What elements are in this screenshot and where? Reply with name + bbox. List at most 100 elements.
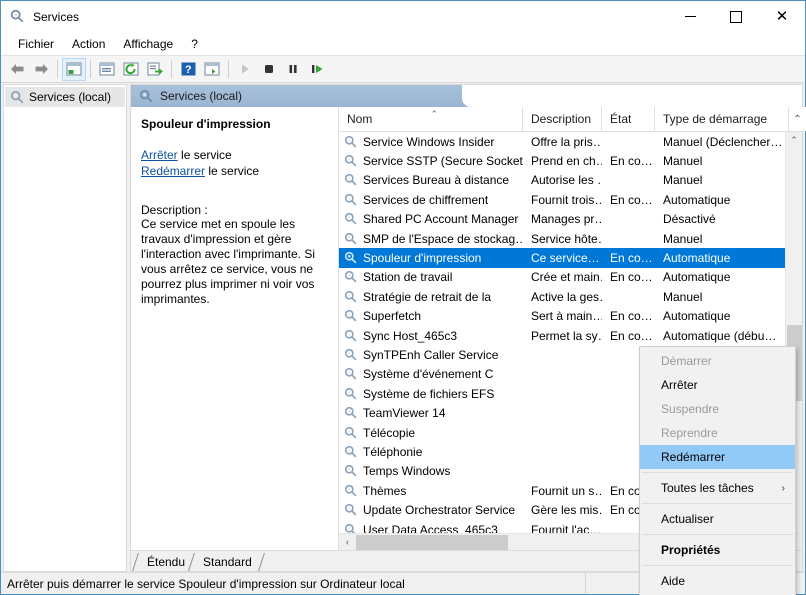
service-name-text: Service Windows Insider [363, 134, 495, 149]
forward-icon[interactable] [29, 58, 53, 81]
tab-standard[interactable]: Standard [191, 553, 262, 571]
service-details-panel: Spouleur d'impression Arrêter le service… [131, 107, 338, 550]
cell-description: Service hôte… [531, 231, 602, 246]
table-row[interactable]: Services de chiffrement Fournit trois… En … [339, 190, 785, 209]
menu-aide[interactable]: ? [182, 34, 207, 54]
minimize-button[interactable] [667, 1, 713, 32]
service-name-text: SynTPEnh Caller Service [363, 347, 499, 362]
export-list-icon[interactable] [143, 58, 167, 81]
help-icon[interactable]: ? [176, 58, 200, 81]
restart-service-line: Redémarrer le service [141, 163, 329, 179]
table-row[interactable]: Services Bureau à distance Autorise les …… [339, 171, 785, 190]
ctx-aide[interactable]: Aide [640, 569, 795, 593]
close-button[interactable]: ✕ [759, 1, 805, 32]
table-row[interactable]: SMP de l'Espace de stockag… Service hôte…… [339, 229, 785, 248]
main-body: Services (local) Services (local) Spoule… [1, 83, 806, 595]
ctx-toutes-les-taches-label: Toutes les tâches [661, 481, 754, 495]
cell-description: Fournit un s… [531, 483, 602, 498]
table-row[interactable]: Service SSTP (Secure Socket… Prend en ch…… [339, 151, 785, 170]
menu-action[interactable]: Action [63, 34, 114, 54]
cell-description: Ce service… [531, 251, 600, 266]
cell-name: Spouleur d'impression [339, 251, 523, 265]
ctx-reprendre: Reprendre [640, 421, 795, 445]
cell-name: Services de chiffrement [339, 193, 523, 207]
stop-service-icon[interactable] [257, 58, 281, 81]
ctx-arreter-label: Arrêter [661, 378, 698, 392]
scroll-left-icon[interactable]: ‹ [339, 534, 356, 551]
description-body: Ce service met en spoule les travaux d'i… [141, 217, 315, 306]
ctx-aide-label: Aide [661, 574, 686, 588]
cell-state: En co… [610, 154, 653, 169]
service-name-text: Station de travail [363, 270, 453, 285]
ctx-toutes-les-taches[interactable]: Toutes les tâches › [640, 476, 795, 500]
svg-text:?: ? [184, 64, 191, 76]
pane-banner: Services (local) [131, 85, 802, 107]
services-gear-icon [344, 406, 358, 420]
cell-startup: Manuel [663, 231, 703, 246]
tab-standard-label: Standard [203, 555, 252, 569]
stop-service-link[interactable]: Arrêter [141, 148, 178, 162]
menu-separator [642, 534, 793, 535]
cell-name: Temps Windows [339, 464, 523, 478]
toolbar-separator [228, 60, 229, 78]
start-service-icon[interactable] [233, 58, 257, 81]
services-gear-icon [10, 90, 24, 104]
column-header-etat-label: État [610, 112, 632, 126]
services-gear-icon [344, 387, 358, 401]
ctx-proprietes-label: Propriétés [661, 543, 721, 557]
services-window: Services ✕ Fichier Action Affichage ? ? … [0, 0, 806, 595]
table-row[interactable]: Superfetch Sert à main… En co… Automatique [339, 307, 785, 326]
service-name-text: Système d'événement C [363, 367, 494, 382]
column-header-type-demarrage[interactable]: Type de démarrage [655, 107, 789, 131]
restart-service-icon[interactable] [305, 58, 329, 81]
refresh-icon[interactable] [119, 58, 143, 81]
show-hide-console-tree-icon[interactable] [62, 57, 86, 81]
table-row[interactable]: Station de travail Crée et main… En co… Aut… [339, 268, 785, 287]
cell-description: Gère les mis… [531, 503, 602, 518]
back-icon[interactable] [5, 58, 29, 81]
table-row[interactable]: Service Windows Insider Offre la pris… Man… [339, 132, 785, 151]
services-gear-icon [344, 329, 358, 343]
table-row[interactable]: Sync Host_465c3 Permet la sy… En co… Automa… [339, 326, 785, 345]
cell-name: SMP de l'Espace de stockag… [339, 232, 523, 246]
menu-affichage[interactable]: Affichage [114, 34, 182, 54]
ctx-demarrer-label: Démarrer [661, 354, 712, 368]
tab-etendu[interactable]: Étendu [135, 553, 196, 571]
cell-description: Autorise les … [531, 173, 602, 188]
table-row[interactable]: Spouleur d'impression Ce service… En co… Au… [339, 248, 785, 268]
ctx-arreter[interactable]: Arrêter [640, 373, 795, 397]
pause-service-icon[interactable] [281, 58, 305, 81]
banner-label: Services (local) [160, 89, 243, 103]
table-row[interactable]: Shared PC Account Manager Manages pr… Désa… [339, 210, 785, 229]
cell-description: Prend en ch… [531, 154, 602, 169]
tree-node-services-local[interactable]: Services (local) [5, 87, 125, 107]
column-header-description-label: Description [531, 112, 592, 126]
column-header-description[interactable]: Description [523, 107, 602, 131]
stop-service-suffix: le service [177, 148, 232, 162]
service-name-text: Shared PC Account Manager [363, 212, 519, 227]
services-gear-icon [344, 348, 358, 362]
ctx-proprietes[interactable]: Propriétés [640, 538, 795, 562]
maximize-button[interactable] [713, 1, 759, 32]
cell-description: Fournit trois… [531, 192, 602, 207]
chevron-right-icon: › [781, 482, 785, 494]
restart-service-link[interactable]: Redémarrer [141, 164, 205, 178]
show-hide-action-pane-icon[interactable] [200, 58, 224, 81]
properties-icon[interactable] [95, 58, 119, 81]
service-name-text: Système de fichiers EFS [363, 386, 495, 401]
ctx-redemarrer[interactable]: Redémarrer [640, 445, 795, 469]
table-row[interactable]: Stratégie de retrait de la Active la ges…… [339, 287, 785, 306]
ctx-actualiser[interactable]: Actualiser [640, 507, 795, 531]
column-header-etat[interactable]: État [602, 107, 655, 131]
service-name-text: User Data Access_465c3 [363, 522, 498, 534]
service-name-text: Stratégie de retrait de la [363, 289, 492, 304]
scroll-up-icon[interactable]: ⌃ [786, 132, 803, 149]
services-gear-icon [344, 367, 358, 381]
hscroll-thumb[interactable] [356, 534, 508, 550]
column-header-nom[interactable]: Nom ⌃ [339, 107, 523, 131]
menu-fichier[interactable]: Fichier [9, 34, 63, 54]
service-name-text: TeamViewer 14 [363, 406, 446, 421]
cell-startup: Automatique [663, 309, 731, 324]
cell-name: Télécopie [339, 426, 523, 440]
cell-name: Services Bureau à distance [339, 173, 523, 187]
